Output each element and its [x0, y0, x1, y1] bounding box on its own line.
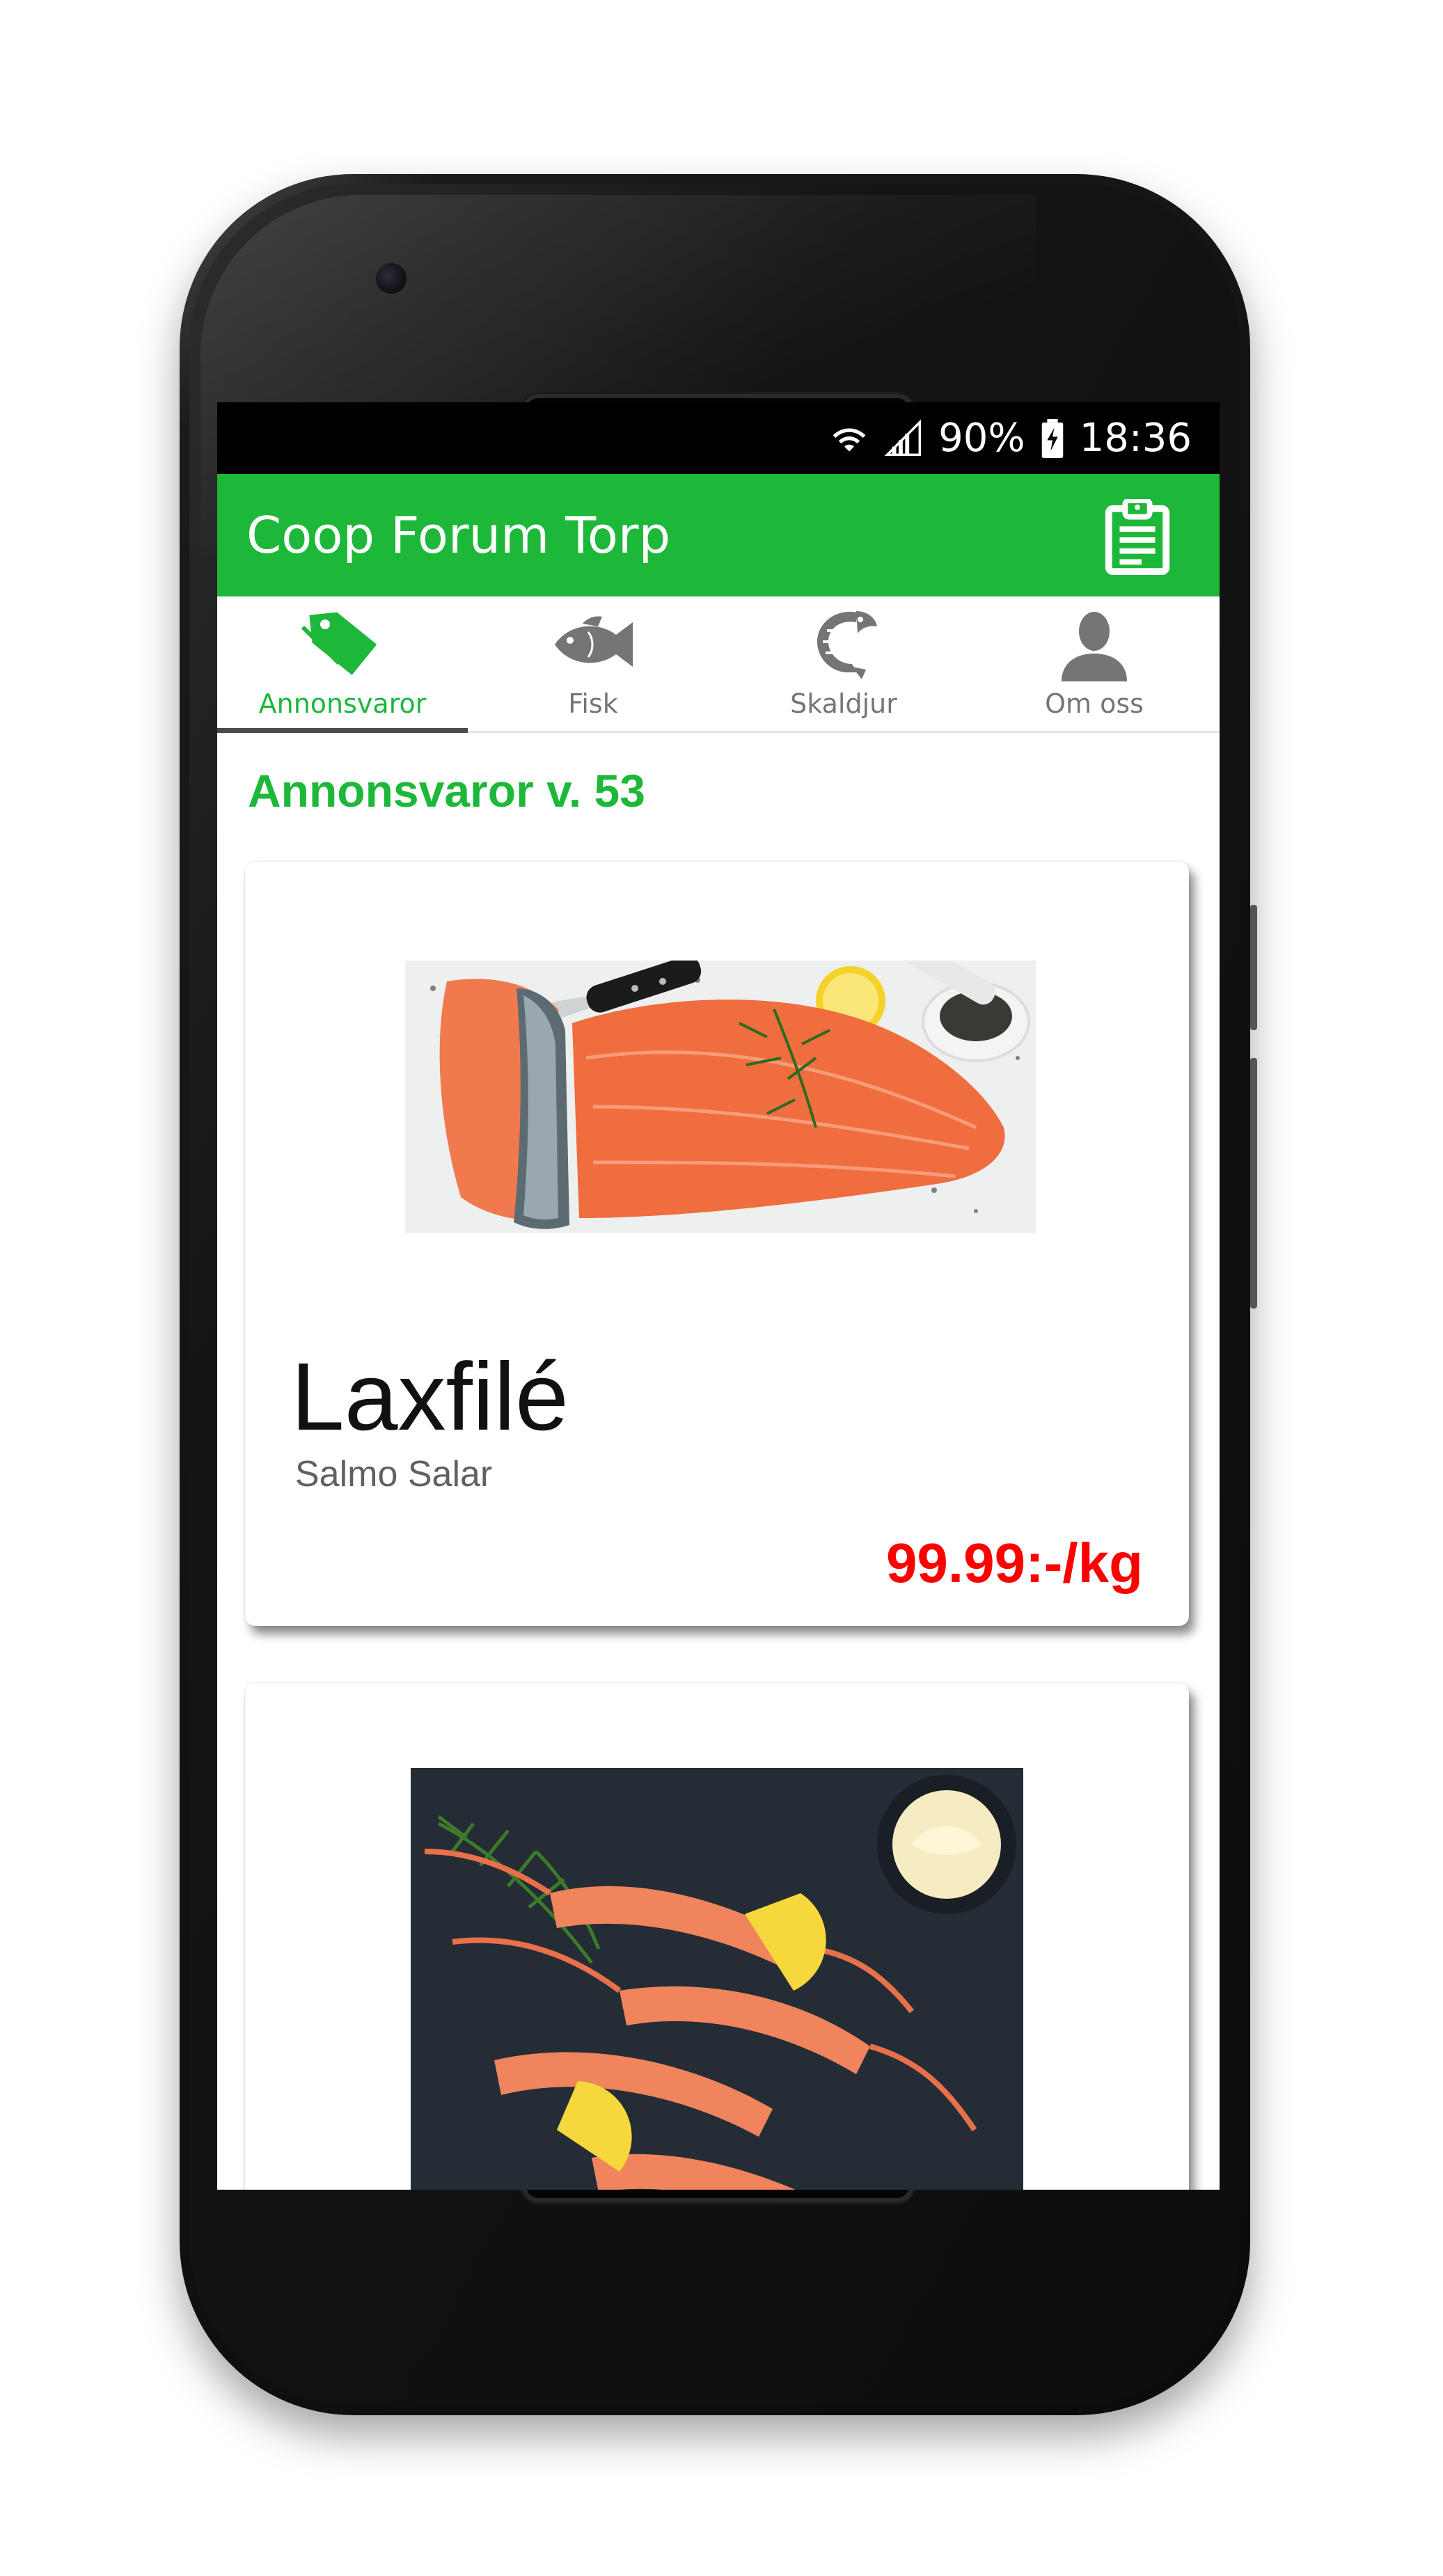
power-button	[1250, 1058, 1257, 1309]
app-title: Coop Forum Torp	[246, 506, 671, 564]
tab-indicator	[217, 728, 468, 733]
wifi-icon	[833, 428, 866, 452]
volume-button	[1250, 905, 1257, 1030]
battery-percent: 90%	[938, 416, 1025, 461]
tab-om-oss[interactable]: Om oss	[969, 596, 1220, 731]
product-price: 99.99:-/kg	[885, 1532, 1143, 1594]
battery-charging-icon	[1041, 418, 1063, 458]
tag-icon	[301, 612, 377, 675]
tab-label: Fisk	[568, 688, 618, 719]
app-bar: Coop Forum Torp	[217, 474, 1220, 596]
tab-annonsvaror[interactable]: Annonsvaror	[217, 596, 468, 733]
clock: 18:36	[1079, 416, 1192, 461]
front-camera	[376, 263, 407, 294]
product-card[interactable]	[245, 1683, 1189, 2190]
tab-label: Om oss	[1045, 688, 1144, 719]
fish-icon	[555, 616, 633, 667]
tab-bar: Annonsvaror Fisk Skaldjur Om oss	[217, 596, 1220, 733]
product-name: Laxfilé	[291, 1343, 569, 1451]
signal-icon	[884, 418, 922, 456]
phone-screen: 90% 18:36 Coop Forum Torp Annonsvaror Fi…	[217, 402, 1220, 2190]
tab-fisk[interactable]: Fisk	[468, 596, 718, 731]
product-card[interactable]: Laxfilé Salmo Salar 99.99:-/kg	[245, 862, 1189, 1626]
section-title: Annonsvaror v. 53	[248, 765, 645, 816]
langoustines-photo	[411, 1768, 1023, 2190]
clipboard-list-icon[interactable]	[1104, 499, 1171, 576]
salmon-fillet-photo	[405, 961, 1036, 1233]
product-latin-name: Salmo Salar	[295, 1454, 493, 1494]
shrimp-icon	[817, 611, 877, 679]
person-icon	[1062, 612, 1127, 681]
tab-label: Annonsvaror	[258, 688, 427, 719]
status-bar: 90% 18:36	[217, 402, 1220, 474]
tab-label: Skaldjur	[790, 688, 897, 719]
tab-skaldjur[interactable]: Skaldjur	[718, 596, 969, 731]
